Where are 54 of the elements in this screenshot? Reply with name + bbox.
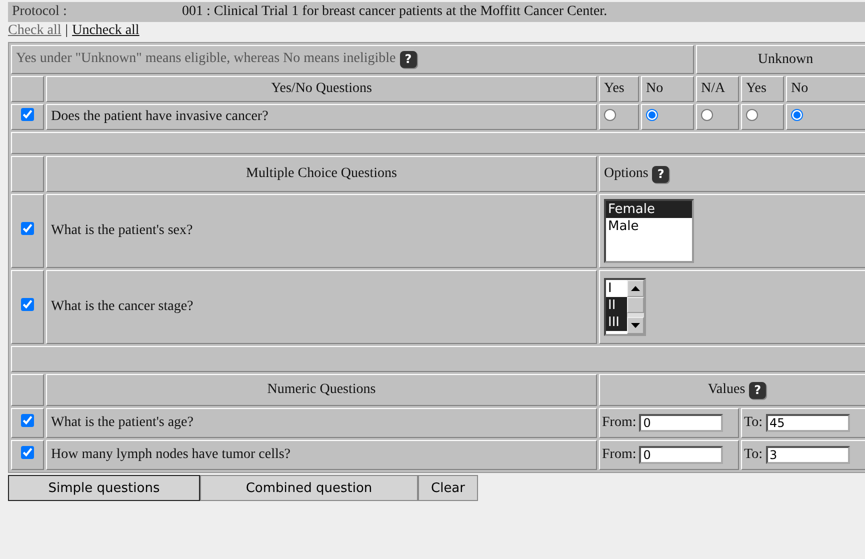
protocol-label: Protocol : xyxy=(11,4,68,20)
link-separator: | xyxy=(65,23,68,39)
scroll-up-icon[interactable] xyxy=(631,286,640,291)
question-text: What is the cancer stage? xyxy=(51,299,194,314)
to-label: To: xyxy=(744,447,763,462)
answer-radio[interactable] xyxy=(646,108,658,120)
to-field[interactable]: 3 xyxy=(766,446,850,464)
question-text: Does the patient have invasive cancer? xyxy=(51,109,268,124)
question-text: What is the patient's age? xyxy=(51,415,194,430)
from-field[interactable]: 0 xyxy=(639,446,724,464)
answer-radio[interactable] xyxy=(701,108,714,120)
options-listbox[interactable]: Female Male xyxy=(604,199,694,263)
protocol-title: 001 : Clinical Trial 1 for breast cancer patients at the Moffitt Cancer Center. xyxy=(182,4,608,20)
question-checkbox[interactable] xyxy=(21,222,34,235)
scroll-thumb[interactable] xyxy=(627,297,644,313)
help-icon[interactable]: ? xyxy=(652,166,670,182)
column-header: N/A xyxy=(701,81,726,96)
to-label: To: xyxy=(744,415,763,430)
legend-text: Yes under "Unknown" means eligible, whereas No means ineligible xyxy=(16,51,396,66)
form-button[interactable]: Combined question xyxy=(200,475,418,501)
column-header: Yes xyxy=(746,81,766,96)
question-text: How many lymph nodes have tumor cells? xyxy=(51,447,291,462)
column-header: Values xyxy=(708,382,746,396)
from-field[interactable]: 0 xyxy=(639,414,724,432)
options-listbox[interactable]: I II III xyxy=(604,278,646,336)
from-label: From: xyxy=(602,447,636,462)
answer-radio[interactable] xyxy=(746,108,758,120)
form-button[interactable]: Simple questions xyxy=(8,475,200,501)
question-checkbox[interactable] xyxy=(21,108,34,121)
answer-radio[interactable] xyxy=(604,108,616,120)
question-text: What is the patient's sex? xyxy=(51,223,193,238)
list-option[interactable]: Female xyxy=(606,201,692,218)
help-icon[interactable]: ? xyxy=(749,382,766,398)
check-all-link[interactable]: Check all xyxy=(8,23,62,39)
column-header: No xyxy=(646,81,664,96)
section-heading: Multiple Choice Questions xyxy=(246,166,397,181)
answer-radio[interactable] xyxy=(791,108,804,120)
section-heading: Yes/No Questions xyxy=(271,81,372,96)
column-header: Yes xyxy=(604,81,624,96)
help-icon[interactable]: ? xyxy=(400,51,417,68)
list-option[interactable]: II xyxy=(606,297,627,314)
column-header: No xyxy=(791,81,808,96)
scroll-down-icon[interactable] xyxy=(631,323,640,328)
question-checkbox[interactable] xyxy=(21,298,34,311)
list-option[interactable]: III xyxy=(606,314,627,331)
column-header: Unknown xyxy=(758,52,814,66)
form-button[interactable]: Clear xyxy=(418,475,478,501)
question-checkbox[interactable] xyxy=(21,446,34,459)
column-header: Options xyxy=(604,166,648,180)
to-field[interactable]: 45 xyxy=(766,414,850,432)
section-heading: Numeric Questions xyxy=(267,382,376,397)
from-label: From: xyxy=(602,415,636,430)
uncheck-all-link[interactable]: Uncheck all xyxy=(72,23,140,39)
question-checkbox[interactable] xyxy=(21,414,34,427)
